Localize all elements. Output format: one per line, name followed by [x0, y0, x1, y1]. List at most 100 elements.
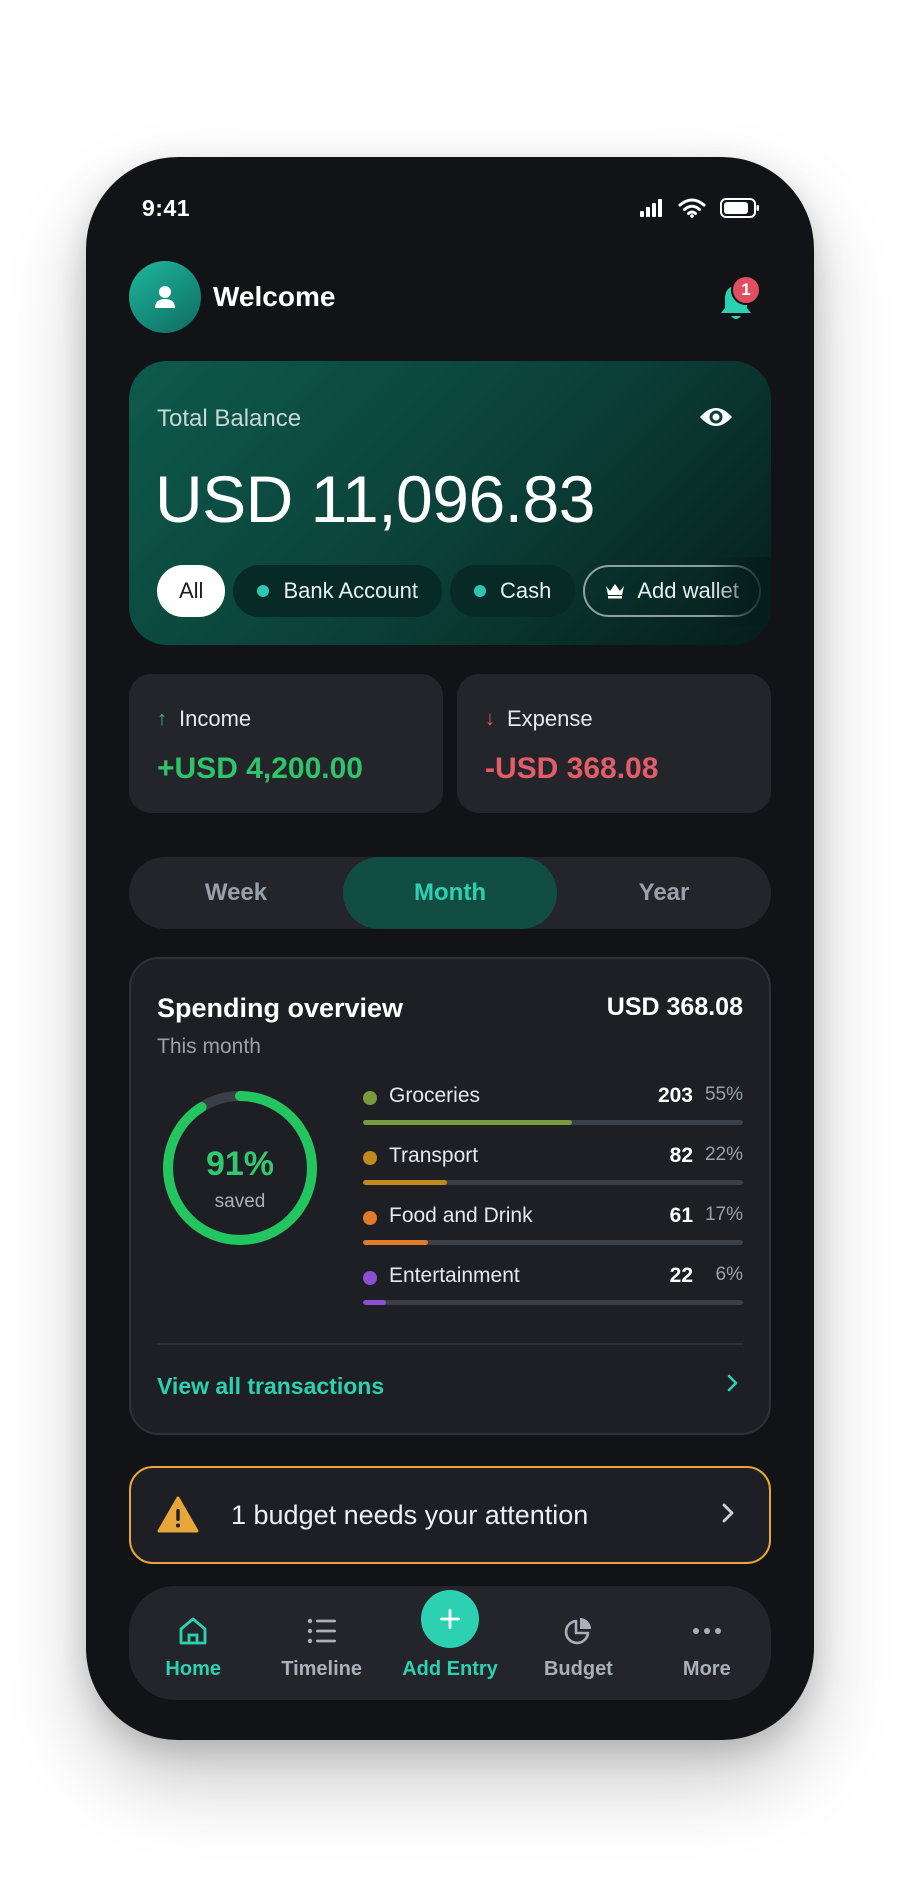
overview-divider — [157, 1343, 743, 1345]
category-name: Transport — [389, 1144, 479, 1167]
category-value: 22 — [669, 1264, 693, 1287]
saved-percent: 91% — [205, 1145, 275, 1183]
arrow-up-icon: ↑ — [157, 707, 167, 730]
wallet-chip-label: Bank Account — [283, 578, 418, 603]
saved-caption: saved — [214, 1191, 266, 1212]
category-value: 61 — [669, 1204, 693, 1227]
balance-amount: USD 11,096.83 — [155, 462, 595, 536]
expense-label-row: ↓ Expense — [485, 706, 593, 732]
category-percent: 55% — [704, 1084, 743, 1105]
category-row[interactable]: Transport 82 22% — [363, 1143, 743, 1203]
alert-text: 1 budget needs your attention — [231, 1499, 589, 1530]
wallet-chip-label: All — [179, 578, 204, 603]
category-bar-track — [363, 1300, 743, 1305]
category-list: Groceries 203 55% Transport 82 22% Food … — [363, 1083, 743, 1323]
header: Welcome 1 — [129, 261, 771, 333]
category-name: Groceries — [389, 1084, 481, 1107]
category-name: Food and Drink — [389, 1204, 533, 1227]
budget-alert[interactable]: 1 budget needs your attention — [129, 1466, 771, 1564]
nav-add-entry-label: Add Entry — [402, 1658, 498, 1680]
chevron-right-icon[interactable] — [727, 1373, 739, 1393]
nav-add-entry[interactable]: Add Entry — [386, 1586, 514, 1700]
nav-budget-label: Budget — [543, 1658, 613, 1680]
overview-title: Spending overview — [157, 993, 404, 1023]
bottom-nav: Home Timeline Add Entry Budget More — [129, 1586, 771, 1700]
nav-more[interactable]: More — [643, 1586, 771, 1700]
category-row[interactable]: Groceries 203 55% — [363, 1083, 743, 1143]
period-year[interactable]: Year — [557, 857, 771, 929]
category-dot — [363, 1271, 377, 1285]
income-label-row: ↑ Income — [157, 706, 251, 732]
category-dot — [363, 1091, 377, 1105]
add-entry-button[interactable] — [421, 1590, 480, 1648]
warning-icon — [157, 1496, 199, 1533]
period-week[interactable]: Week — [129, 857, 343, 929]
wallet-chip-cash[interactable]: Cash — [450, 565, 576, 617]
income-card[interactable]: ↑ Income +USD 4,200.00 — [129, 674, 443, 813]
category-percent: 22% — [704, 1144, 743, 1165]
notification-badge: 1 — [731, 275, 761, 305]
nav-home[interactable]: Home — [129, 1586, 257, 1700]
status-icons — [640, 198, 760, 218]
income-amount: +USD 4,200.00 — [157, 752, 363, 785]
expense-card[interactable]: ↓ Expense -USD 368.08 — [457, 674, 771, 813]
category-row[interactable]: Food and Drink 61 17% — [363, 1203, 743, 1263]
category-bar-fill — [363, 1180, 447, 1185]
category-value: 203 — [657, 1084, 693, 1107]
category-dot — [363, 1211, 377, 1225]
nav-timeline-label: Timeline — [281, 1658, 362, 1680]
battery-icon — [720, 198, 759, 218]
category-percent: 17% — [704, 1204, 743, 1225]
phone-frame: 9:41 Welcome 1 Total Balance USD 11,096.… — [86, 157, 814, 1740]
overview-total: USD 368.08 — [606, 993, 743, 1021]
category-dot — [363, 1151, 377, 1165]
arrow-down-icon: ↓ — [485, 707, 495, 730]
eye-icon[interactable] — [699, 405, 733, 429]
wallet-row-fade — [711, 557, 771, 627]
balance-card: Total Balance USD 11,096.83 All Bank Acc… — [129, 361, 771, 645]
view-all-transactions-link[interactable]: View all transactions — [157, 1373, 384, 1400]
list-icon — [307, 1618, 336, 1644]
user-icon — [155, 286, 175, 308]
category-value: 82 — [669, 1144, 693, 1167]
overview-subtitle: This month — [157, 1035, 261, 1058]
category-bar-fill — [363, 1300, 386, 1305]
wallet-dot — [257, 585, 270, 597]
wifi-icon — [678, 198, 706, 218]
home-icon — [179, 1617, 207, 1645]
wallet-chip-all[interactable]: All — [157, 565, 226, 617]
nav-home-icon-wrap — [176, 1614, 210, 1648]
expense-label: Expense — [507, 706, 593, 731]
spending-overview-card: Spending overview USD 368.08 This month … — [129, 957, 771, 1435]
nav-more-label: More — [682, 1658, 731, 1680]
notification-button[interactable]: 1 — [719, 275, 761, 319]
nav-timeline[interactable]: Timeline — [257, 1586, 385, 1700]
category-name: Entertainment — [389, 1264, 520, 1287]
pie-chart-icon — [565, 1618, 592, 1645]
expense-amount: -USD 368.08 — [485, 752, 659, 785]
category-bar-track — [363, 1240, 743, 1245]
category-bar-fill — [363, 1240, 428, 1245]
nav-timeline-icon-wrap — [305, 1614, 339, 1648]
nav-home-label: Home — [165, 1658, 221, 1680]
chevron-right-icon — [722, 1503, 734, 1523]
avatar[interactable] — [129, 261, 201, 333]
category-percent: 6% — [715, 1264, 743, 1285]
wallet-chip-bank-account[interactable]: Bank Account — [233, 565, 442, 617]
wallet-chip-label: Cash — [500, 578, 552, 603]
crown-icon — [606, 584, 625, 599]
welcome-text: Welcome — [213, 281, 336, 312]
category-bar-track — [363, 1180, 743, 1185]
category-row[interactable]: Entertainment 22 6% — [363, 1263, 743, 1323]
wallet-filter-row: All Bank Account Cash Add wallet — [157, 565, 761, 617]
more-dots-icon — [692, 1628, 721, 1634]
period-selector: Week Month Year — [129, 857, 771, 929]
plus-icon — [440, 1609, 461, 1629]
nav-budget[interactable]: Budget — [514, 1586, 642, 1700]
nav-budget-icon-wrap — [561, 1614, 595, 1648]
income-label: Income — [179, 706, 252, 731]
balance-label: Total Balance — [157, 405, 302, 432]
period-month[interactable]: Month — [343, 857, 557, 929]
signal-icon — [640, 199, 662, 217]
wallet-dot — [474, 585, 486, 597]
